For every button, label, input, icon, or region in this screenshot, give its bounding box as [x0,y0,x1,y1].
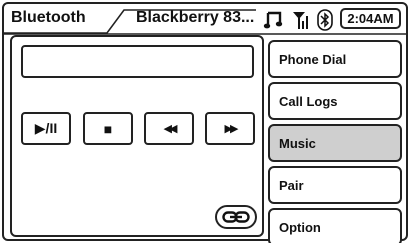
next-button[interactable]: ▶▶ [205,112,255,145]
clock-display: 2:04AM [340,8,401,29]
menu-option[interactable]: Option [268,208,402,243]
music-note-icon [263,11,283,29]
menu-item-label: Pair [279,177,304,193]
menu-phone-dial[interactable]: Phone Dial [268,40,402,78]
signal-icon [293,12,308,29]
screen-frame: Bluetooth Blackberry 83... 2:04AM ▶/II ■ [2,2,408,243]
menu-call-logs[interactable]: Call Logs [268,82,402,120]
menu-item-label: Phone Dial [279,51,347,67]
menu-music[interactable]: Music [268,124,402,162]
next-icon: ▶▶ [224,123,239,135]
menu-pair[interactable]: Pair [268,166,402,204]
music-player-panel: ▶/II ■ ◀◀ ▶▶ [10,35,264,237]
bluetooth-icon [317,9,333,31]
top-bar: Bluetooth Blackberry 83... 2:04AM [4,4,406,35]
bluetooth-tab[interactable]: Bluetooth [11,9,86,27]
stop-button[interactable]: ■ [83,112,133,145]
link-icon [222,211,250,223]
play-pause-button[interactable]: ▶/II [21,112,71,145]
previous-button[interactable]: ◀◀ [144,112,194,145]
play-pause-label: ▶/II [34,120,58,136]
stop-icon: ■ [103,120,113,137]
menu-item-label: Option [279,219,321,235]
menu-item-label: Music [279,135,316,151]
menu-item-label: Call Logs [279,93,338,109]
previous-icon: ◀◀ [163,123,178,135]
device-name: Blackberry 83... [136,9,255,26]
link-button[interactable] [215,205,257,229]
track-info-field [21,45,254,78]
